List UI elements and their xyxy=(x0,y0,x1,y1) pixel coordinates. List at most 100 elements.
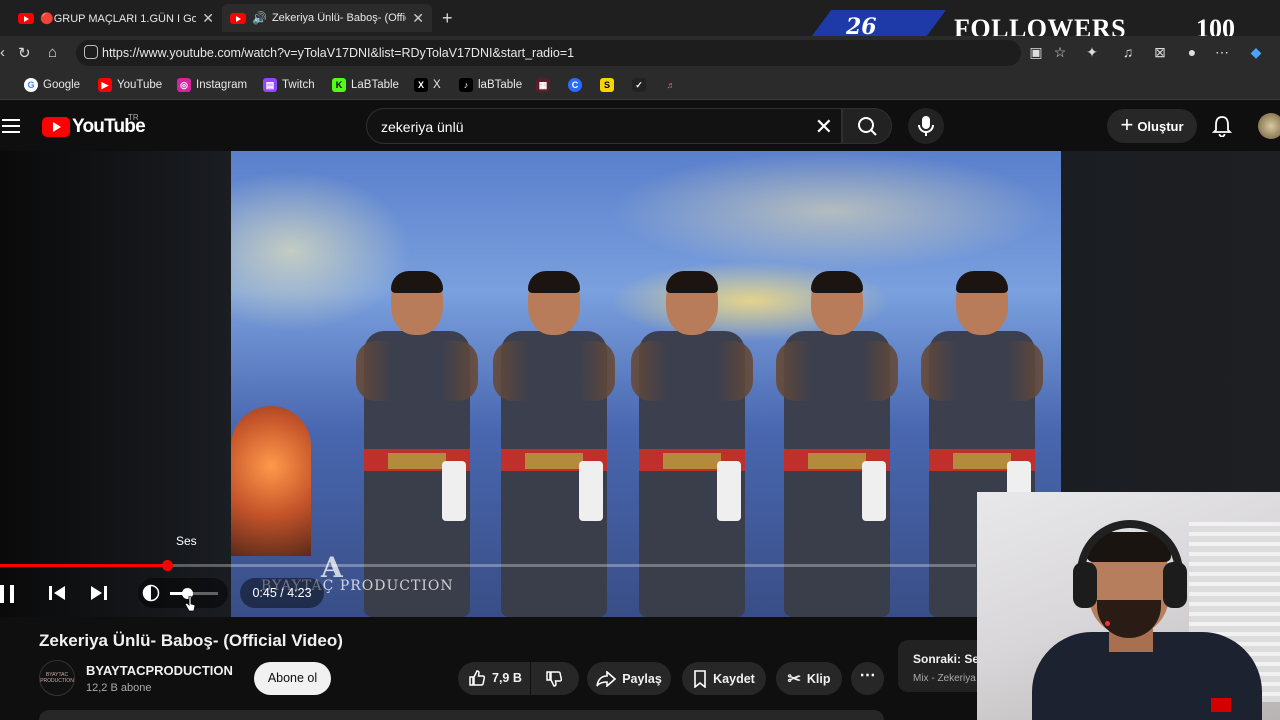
bookmark-game-icon[interactable]: ▦ xyxy=(536,78,555,92)
subscribe-button[interactable]: Abone ol xyxy=(254,662,331,695)
country-code: TR xyxy=(128,113,139,122)
previous-button[interactable] xyxy=(48,583,66,603)
s-icon: S xyxy=(600,78,614,92)
bookmark-check-icon[interactable]: ✓ xyxy=(632,78,651,92)
search-input[interactable]: zekeriya ünlü xyxy=(381,119,464,135)
browser-tab-current-video[interactable]: 🔊 Zekeriya Ünlü- Baboş- (Officia... ✕ xyxy=(222,4,432,32)
collections-icon[interactable]: ⊠ xyxy=(1152,44,1168,60)
x-icon: X xyxy=(414,78,428,92)
description-box[interactable] xyxy=(39,710,884,720)
save-label: Kaydet xyxy=(713,671,755,686)
reload-icon[interactable]: ↻ xyxy=(18,44,31,62)
account-avatar[interactable] xyxy=(1258,113,1280,139)
search-button[interactable] xyxy=(842,108,892,144)
tab-title: 🔴GRUP MAÇLARI 1.GÜN I Golaz... xyxy=(40,12,197,25)
create-button[interactable]: + Oluştur xyxy=(1107,109,1197,143)
bookmark-kick[interactable]: K LaBTable xyxy=(332,78,399,92)
twitch-icon: ▤ xyxy=(263,78,277,92)
google-icon: G xyxy=(24,78,38,92)
voice-search-button[interactable] xyxy=(908,108,944,144)
bookmark-star-icon[interactable]: ☆ xyxy=(1052,44,1068,60)
browser-tab-group-matches[interactable]: 🔴GRUP MAÇLARI 1.GÜN I Golaz... ✕ xyxy=(10,4,222,32)
back-icon[interactable]: ‹ xyxy=(0,44,5,61)
home-icon[interactable]: ⌂ xyxy=(48,44,57,61)
bookmark-x[interactable]: X X xyxy=(414,78,441,92)
scissors-icon: ✂ xyxy=(787,670,801,688)
bookmark-tiktok[interactable]: ♪ laBTable xyxy=(459,78,522,92)
close-tab-icon[interactable]: ✕ xyxy=(202,10,214,27)
share-button[interactable]: Paylaş xyxy=(587,662,671,695)
copilot-icon[interactable]: ◆ xyxy=(1248,44,1264,60)
share-label: Paylaş xyxy=(622,671,662,686)
thumbs-up-icon xyxy=(469,670,486,686)
youtube-favicon-icon xyxy=(18,12,34,24)
bookmark-label: Instagram xyxy=(196,79,248,91)
progress-played xyxy=(0,564,167,567)
instagram-icon: ◎ xyxy=(177,78,191,92)
search-box[interactable]: zekeriya ünlü ✕ xyxy=(366,108,842,144)
dislike-button[interactable] xyxy=(531,662,579,695)
clip-button[interactable]: ✂ Klip xyxy=(776,662,842,695)
bookmark-icon xyxy=(694,669,706,688)
next-button[interactable] xyxy=(90,583,108,603)
bookmark-instagram[interactable]: ◎ Instagram xyxy=(177,78,247,92)
video-scene-lantern xyxy=(231,406,311,556)
game-icon: ▦ xyxy=(536,78,550,92)
youtube-favicon-icon xyxy=(230,12,246,24)
bookmark-c-icon[interactable]: C xyxy=(568,78,587,92)
subscriber-count: 12,2 B abone xyxy=(86,682,152,694)
like-button[interactable]: 7,9 B xyxy=(458,662,530,695)
check-icon: ✓ xyxy=(632,78,646,92)
channel-name[interactable]: BYAYTACPRODUCTION xyxy=(86,663,233,678)
bookmark-music-icon[interactable]: ♬ xyxy=(664,78,683,92)
split-screen-icon[interactable]: ▣ xyxy=(1028,44,1044,60)
more-menu-icon[interactable]: ⋯ xyxy=(1214,44,1230,60)
youtube-logo-icon[interactable] xyxy=(42,117,70,137)
channel-avatar[interactable]: BYAYTAC PRODUCTION xyxy=(39,660,75,696)
youtube-icon: ▶ xyxy=(98,78,112,92)
bookmark-label: Twitch xyxy=(282,79,315,91)
new-tab-icon[interactable]: + xyxy=(442,8,453,29)
volume-icon[interactable] xyxy=(142,584,160,602)
flag-patch xyxy=(1211,698,1231,712)
video-title: Zekeriya Ünlü- Baboş- (Official Video) xyxy=(39,631,343,650)
plus-icon: + xyxy=(1120,112,1134,137)
bookmark-s-icon[interactable]: S xyxy=(600,78,619,92)
create-label: Oluştur xyxy=(1137,118,1184,134)
up-next-card[interactable]: Sonraki: Ses Mix - Zekeriya xyxy=(898,640,988,692)
bookmark-google[interactable]: G Google xyxy=(24,78,80,92)
bookmark-youtube[interactable]: ▶ YouTube xyxy=(98,78,162,92)
address-bar[interactable]: https://www.youtube.com/watch?v=yTolaV17… xyxy=(76,40,1021,66)
time-display: 0:45 / 4:23 xyxy=(240,578,324,608)
video-frame[interactable]: A BYAYTAÇ PRODUCTION xyxy=(231,151,1061,617)
search-icon xyxy=(858,117,877,136)
hamburger-menu-icon[interactable] xyxy=(2,119,20,133)
pause-button[interactable] xyxy=(0,585,14,603)
up-next-label: Sonraki: Ses xyxy=(913,652,986,666)
tab-title: Zekeriya Ünlü- Baboş- (Officia... xyxy=(271,12,406,24)
headphone-cup-right xyxy=(1163,562,1187,608)
headphone-cup-left xyxy=(1073,562,1097,608)
close-tab-icon[interactable]: ✕ xyxy=(412,10,424,27)
bookmark-twitch[interactable]: ▤ Twitch xyxy=(263,78,315,92)
save-button[interactable]: Kaydet xyxy=(682,662,766,695)
volume-tooltip: Ses xyxy=(176,534,197,548)
speaker-playing-icon: 🔊 xyxy=(252,11,267,25)
up-next-subtitle: Mix - Zekeriya xyxy=(913,673,976,684)
site-info-icon[interactable] xyxy=(84,45,98,59)
media-control-icon[interactable]: ♫ xyxy=(1120,44,1136,60)
url-text[interactable]: https://www.youtube.com/watch?v=yTolaV17… xyxy=(102,46,574,60)
progress-scrubber[interactable] xyxy=(161,560,173,571)
extensions-icon[interactable]: ✦ xyxy=(1084,44,1100,60)
bookmark-label: Google xyxy=(43,79,81,91)
profile-icon[interactable]: ● xyxy=(1184,44,1200,60)
notifications-bell-icon[interactable] xyxy=(1212,115,1232,137)
progress-bar[interactable] xyxy=(0,560,976,571)
more-actions-icon[interactable]: ⋯ xyxy=(851,662,884,695)
bookmark-label: laBTable xyxy=(478,79,523,91)
bookmark-label: YouTube xyxy=(117,79,163,91)
clear-search-icon[interactable]: ✕ xyxy=(815,114,833,140)
volume-slider[interactable] xyxy=(170,588,218,599)
headset-led xyxy=(1105,621,1110,626)
bookmark-label: X xyxy=(433,79,441,91)
